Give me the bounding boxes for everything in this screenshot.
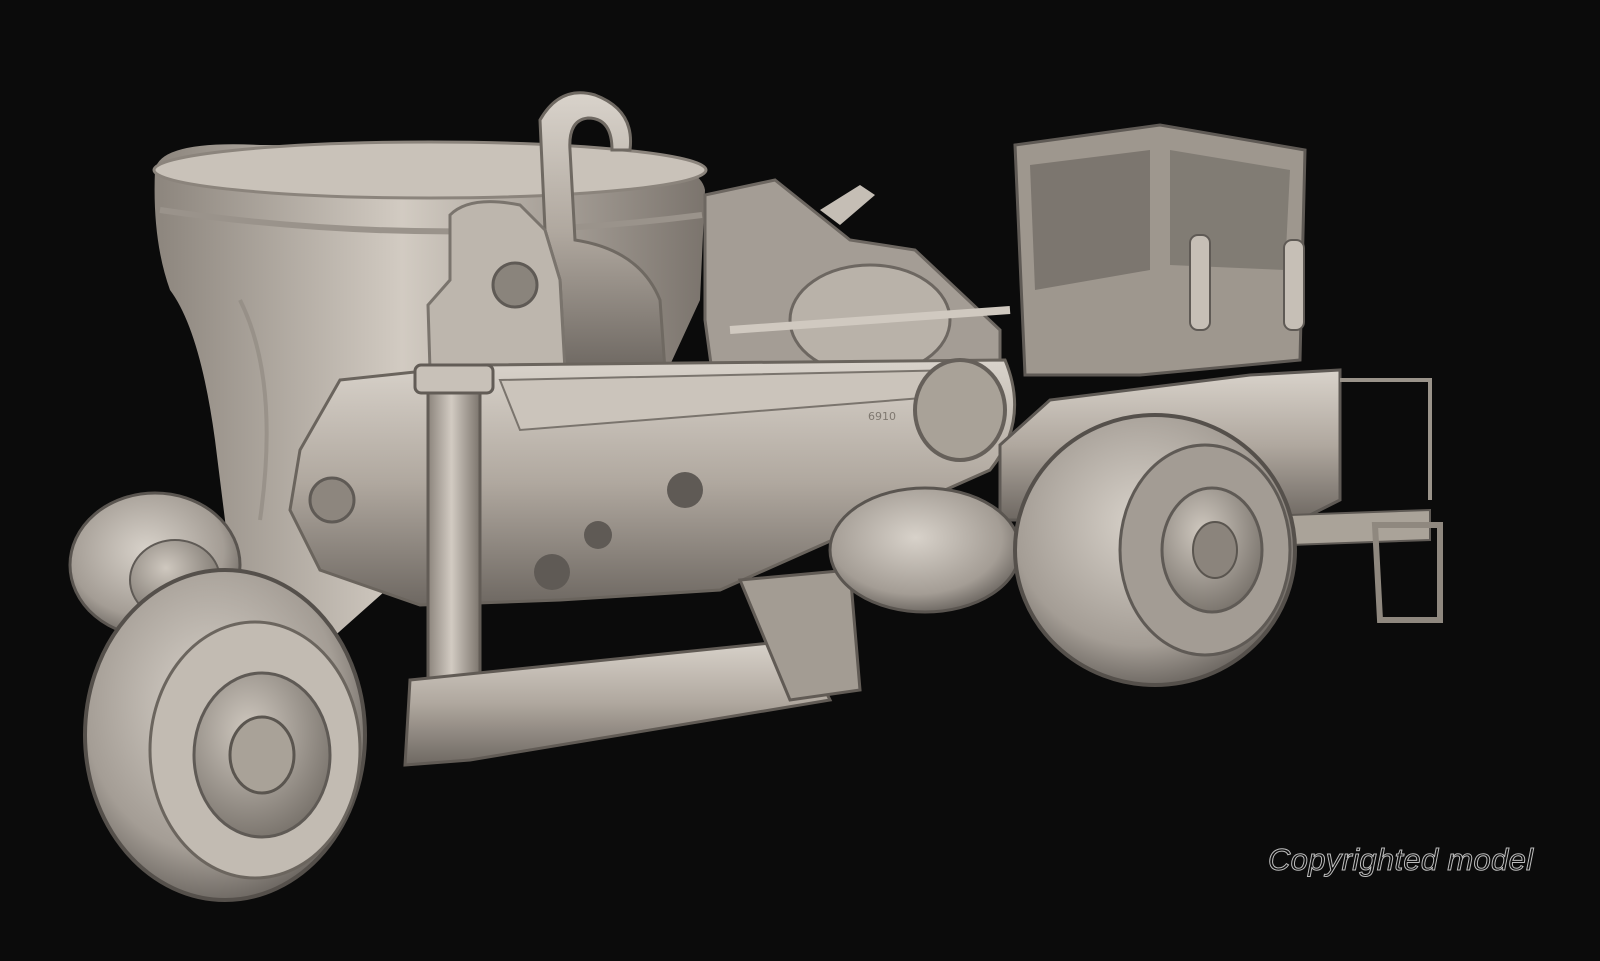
loader-front-wheel	[1013, 413, 1297, 687]
loader-rear-wheel	[828, 486, 1022, 614]
copyright-watermark: Copyrighted model	[1267, 842, 1534, 878]
arm-badge: 6910	[868, 410, 896, 423]
model-render: 6910	[0, 0, 1600, 961]
carrier-front-wheels	[83, 568, 367, 902]
loader-cab	[1013, 123, 1307, 377]
